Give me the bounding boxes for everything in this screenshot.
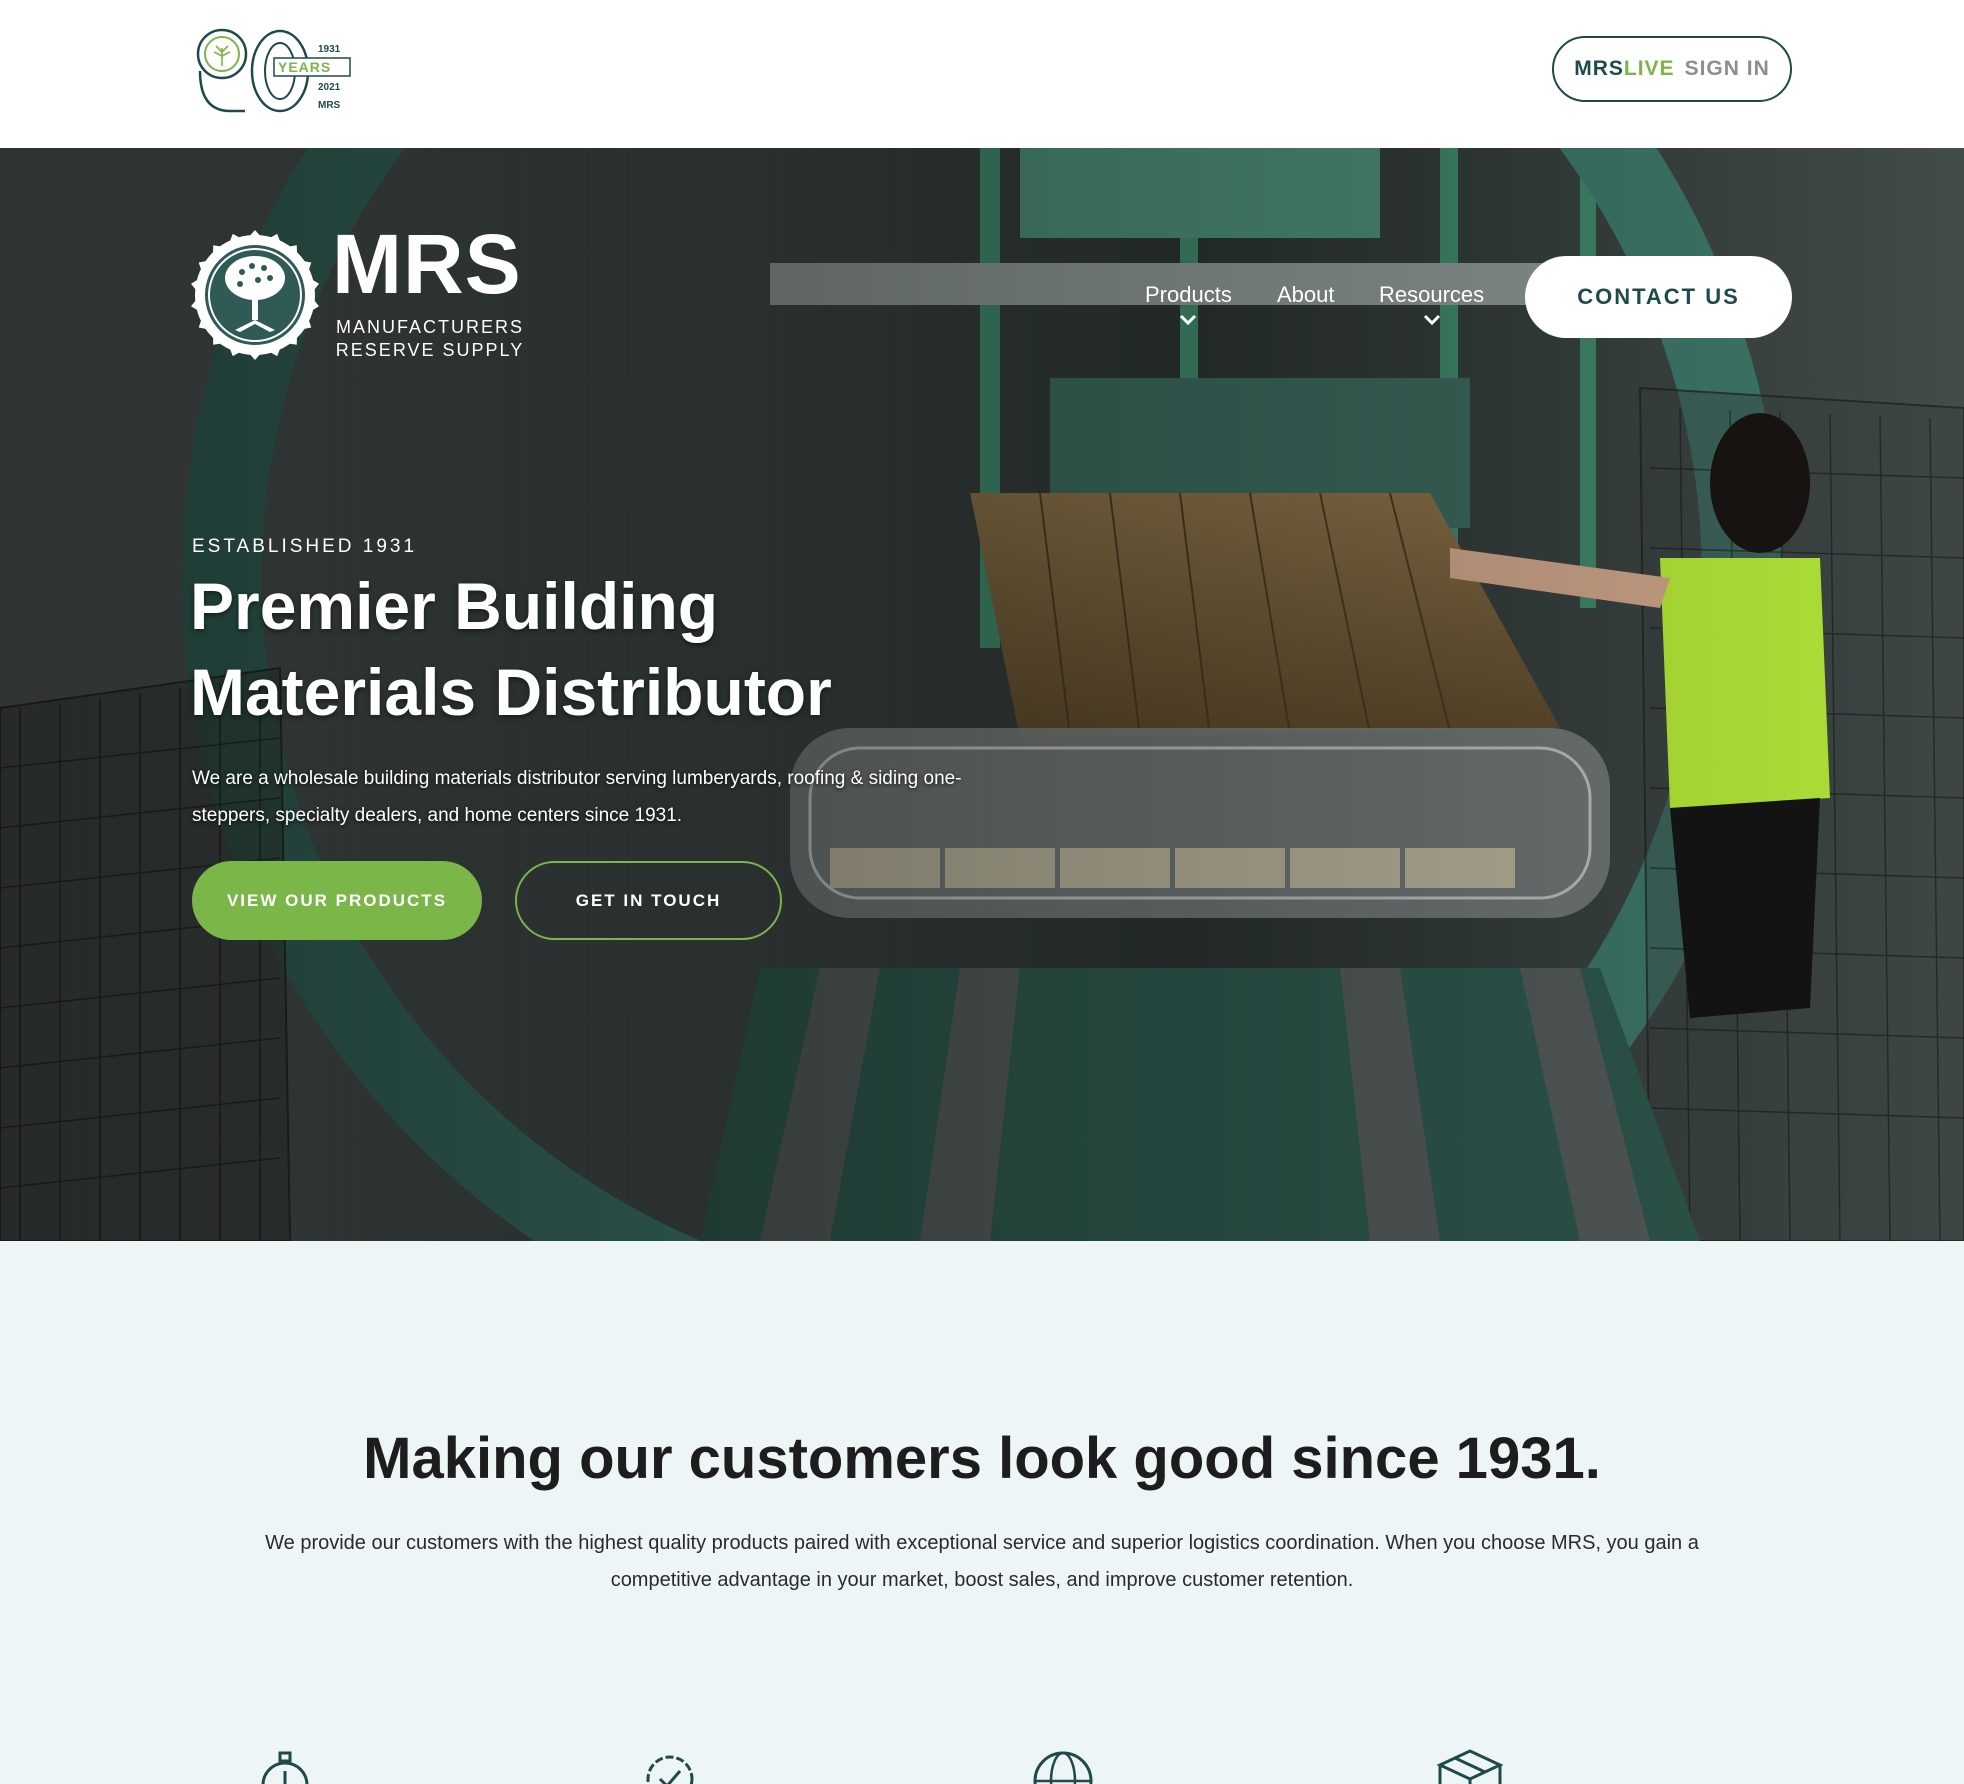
logo-subtitle-line1: MANUFACTURERS [335,317,524,337]
svg-text:1931: 1931 [318,44,341,55]
get-in-touch-button[interactable]: GET IN TOUCH [515,861,782,940]
nav-item-products[interactable]: Products [1145,282,1232,326]
hero-section: MRS MANUFACTURERS RESERVE SUPPLY Product… [0,148,1964,1241]
package-box-icon [1436,1749,1504,1784]
anniversary-badge-icon: 1931 YEARS 2021 MRS [196,28,351,113]
mrslive-mrs-text: MRS [1574,57,1624,80]
nav-resources-label: Resources [1379,282,1485,307]
logo-subtitle-line2: RESERVE SUPPLY [335,340,525,360]
svg-text:2021: 2021 [318,82,341,93]
anniversary-badge-logo[interactable]: 1931 YEARS 2021 MRS [190,26,355,116]
logo-wordmark: MRS [332,217,522,311]
svg-text:YEARS: YEARS [278,59,331,75]
stopwatch-icon [261,1751,309,1784]
intro-description: We provide our customers with the highes… [265,1532,1699,1591]
saw-blade-tree-icon [190,230,320,360]
nav-item-resources[interactable]: Resources [1379,282,1484,326]
mrslive-sign-in-button[interactable]: MRS LIVE SIGN IN [1552,36,1792,102]
top-bar: 1931 YEARS 2021 MRS MRS LIVE SIGN IN [0,0,1964,148]
sign-in-text: SIGN IN [1684,57,1770,80]
hero-title: Premier Building Materials Distributor [190,569,832,729]
nav-products-label: Products [1145,282,1232,307]
hero-description: We are a wholesale building materials di… [192,768,962,826]
quality-badge-icon [646,1755,694,1784]
nav-about-label: About [1277,282,1335,307]
view-our-products-button[interactable]: VIEW OUR PRODUCTS [192,861,482,940]
chevron-down-icon [1423,314,1440,326]
mrslive-live-text: LIVE [1623,57,1675,80]
intro-heading: Making our customers look good since 193… [363,1426,1601,1491]
nav-item-about[interactable]: About [1277,282,1335,308]
svg-text:MRS: MRS [318,100,341,111]
logo-subtitle: MANUFACTURERS RESERVE SUPPLY [335,316,525,362]
globe-icon [1033,1751,1093,1784]
contact-us-button[interactable]: CONTACT US [1525,256,1792,338]
chevron-down-icon [1180,314,1197,326]
hero-eyebrow: ESTABLISHED 1931 [192,536,418,557]
mrs-logo[interactable]: MRS MANUFACTURERS RESERVE SUPPLY [190,222,530,365]
